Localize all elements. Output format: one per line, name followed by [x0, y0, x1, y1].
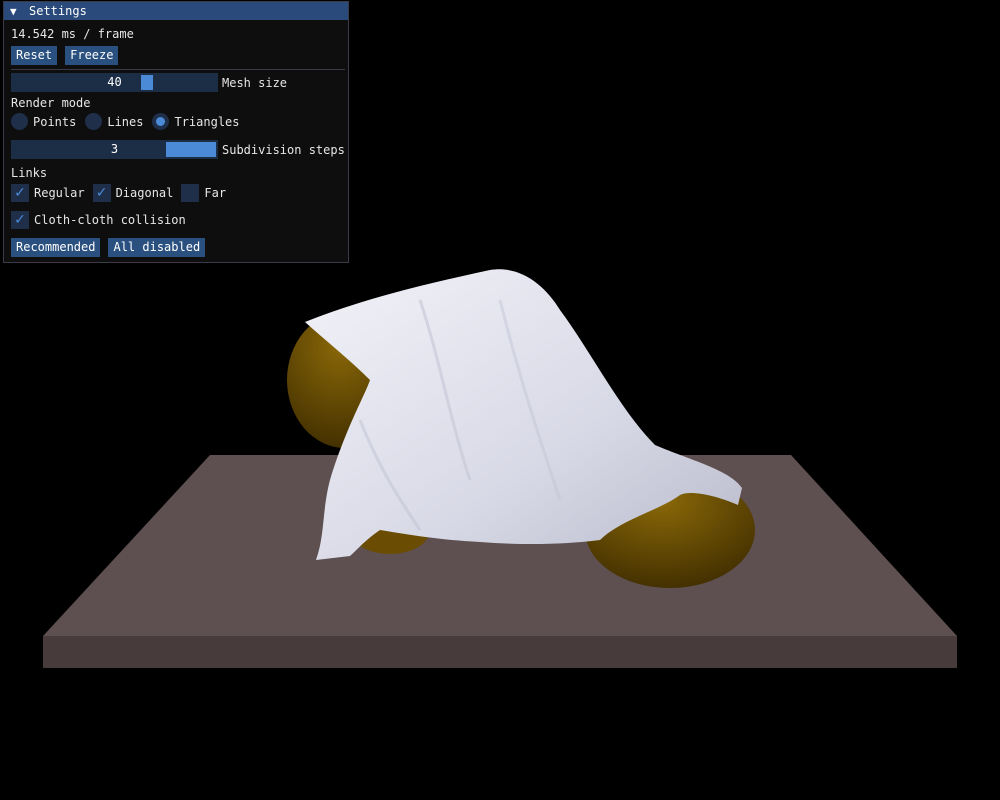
window-title: Settings [29, 4, 87, 18]
cloth-collision-label: Cloth-cloth collision [34, 213, 186, 227]
regular-checkbox[interactable]: ✓ [11, 184, 29, 202]
radio-points-label: Points [33, 114, 77, 129]
mesh-size-value: 40 [107, 75, 122, 89]
diagonal-label: Diagonal [115, 186, 174, 200]
radio-lines[interactable] [85, 113, 103, 130]
separator [11, 69, 345, 70]
frame-time-text: 14.542 ms / frame [11, 27, 134, 41]
settings-window[interactable]: ▼ Settings 14.542 ms / frame Reset Freez… [3, 1, 349, 263]
far-checkbox[interactable] [181, 184, 200, 202]
freeze-button[interactable]: Freeze [65, 46, 119, 65]
mesh-size-label: Mesh size [222, 75, 288, 90]
reset-button[interactable]: Reset [11, 46, 58, 65]
radio-triangles[interactable] [152, 113, 170, 130]
regular-label: Regular [34, 186, 85, 200]
radio-triangles-label: Triangles [174, 114, 240, 129]
subdivision-steps-value: 3 [110, 142, 119, 156]
links-heading: Links [11, 166, 48, 180]
all-disabled-button[interactable]: All disabled [108, 238, 206, 257]
subdivision-steps-slider[interactable]: 3 [11, 140, 218, 159]
subdivision-steps-label: Subdivision steps [222, 142, 345, 157]
radio-points[interactable] [11, 113, 28, 130]
settings-titlebar[interactable]: ▼ Settings [4, 2, 348, 20]
collapse-triangle-icon[interactable]: ▼ [10, 5, 24, 18]
cloth-collision-checkbox[interactable]: ✓ [11, 211, 29, 229]
recommended-button[interactable]: Recommended [11, 238, 101, 257]
render-mode-heading: Render mode [11, 96, 91, 110]
far-label: Far [204, 186, 227, 200]
mesh-size-slider[interactable]: 40 [11, 73, 218, 92]
radio-lines-label: Lines [107, 114, 144, 129]
diagonal-checkbox[interactable]: ✓ [92, 184, 111, 202]
